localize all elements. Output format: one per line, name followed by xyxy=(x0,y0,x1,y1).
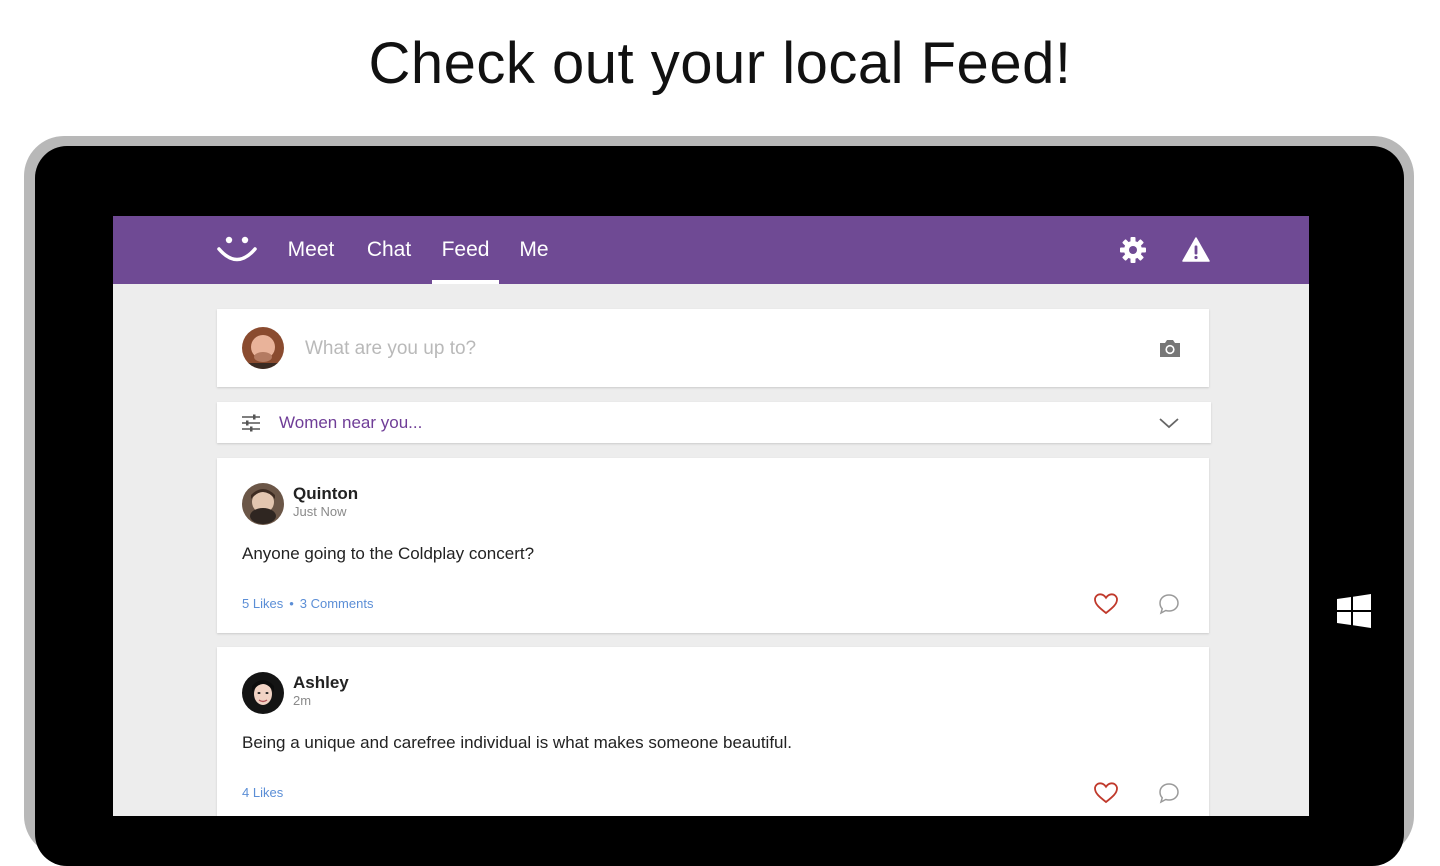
comments-count-link[interactable]: 3 Comments xyxy=(300,596,374,611)
sliders-icon xyxy=(242,414,260,432)
post-timestamp: Just Now xyxy=(293,504,347,519)
warning-icon[interactable] xyxy=(1182,236,1210,264)
filter-label: Women near you... xyxy=(279,413,423,432)
promo-headline: Check out your local Feed! xyxy=(368,31,1072,96)
tab-me[interactable]: Me xyxy=(518,216,550,284)
post-stats: 4 Likes xyxy=(242,785,283,800)
feed-post: Quinton Just Now Anyone going to the Col… xyxy=(217,458,1209,633)
likes-count-link[interactable]: 4 Likes xyxy=(242,785,283,800)
comment-bubble-icon[interactable] xyxy=(1157,781,1181,805)
gear-icon[interactable] xyxy=(1119,236,1147,264)
likes-count-link[interactable]: 5 Likes xyxy=(242,596,283,611)
post-text: Being a unique and carefree individual i… xyxy=(242,733,793,752)
post-timestamp: 2m xyxy=(293,693,312,708)
post-stats: 5 Likes • 3 Comments xyxy=(242,596,373,611)
app-screen: Meet Chat Feed Me What are you up to? Wo… xyxy=(113,216,1309,816)
smiley-icon[interactable] xyxy=(217,234,257,264)
tab-chat[interactable]: Chat xyxy=(364,216,414,284)
tab-feed[interactable]: Feed xyxy=(432,216,499,284)
heart-icon[interactable] xyxy=(1093,781,1119,805)
tab-meet[interactable]: Meet xyxy=(285,216,337,284)
windows-logo-icon[interactable] xyxy=(1337,594,1371,628)
camera-icon[interactable] xyxy=(1158,337,1182,359)
feed-post: Ashley 2m Being a unique and carefree in… xyxy=(217,647,1209,816)
author-name[interactable]: Quinton xyxy=(293,484,358,504)
comment-bubble-icon[interactable] xyxy=(1157,592,1181,616)
separator-dot: • xyxy=(289,596,294,611)
heart-icon[interactable] xyxy=(1093,592,1119,616)
my-avatar[interactable] xyxy=(242,327,284,369)
author-name[interactable]: Ashley xyxy=(293,673,349,693)
chevron-down-icon[interactable] xyxy=(1158,416,1180,430)
post-composer xyxy=(217,309,1209,387)
author-avatar[interactable] xyxy=(242,672,284,714)
feed-filter-dropdown[interactable]: Women near you... xyxy=(217,402,1211,443)
status-input[interactable] xyxy=(303,331,1127,367)
app-header: Meet Chat Feed Me xyxy=(113,216,1309,284)
author-avatar[interactable] xyxy=(242,483,284,525)
post-text: Anyone going to the Coldplay concert? xyxy=(242,544,535,563)
